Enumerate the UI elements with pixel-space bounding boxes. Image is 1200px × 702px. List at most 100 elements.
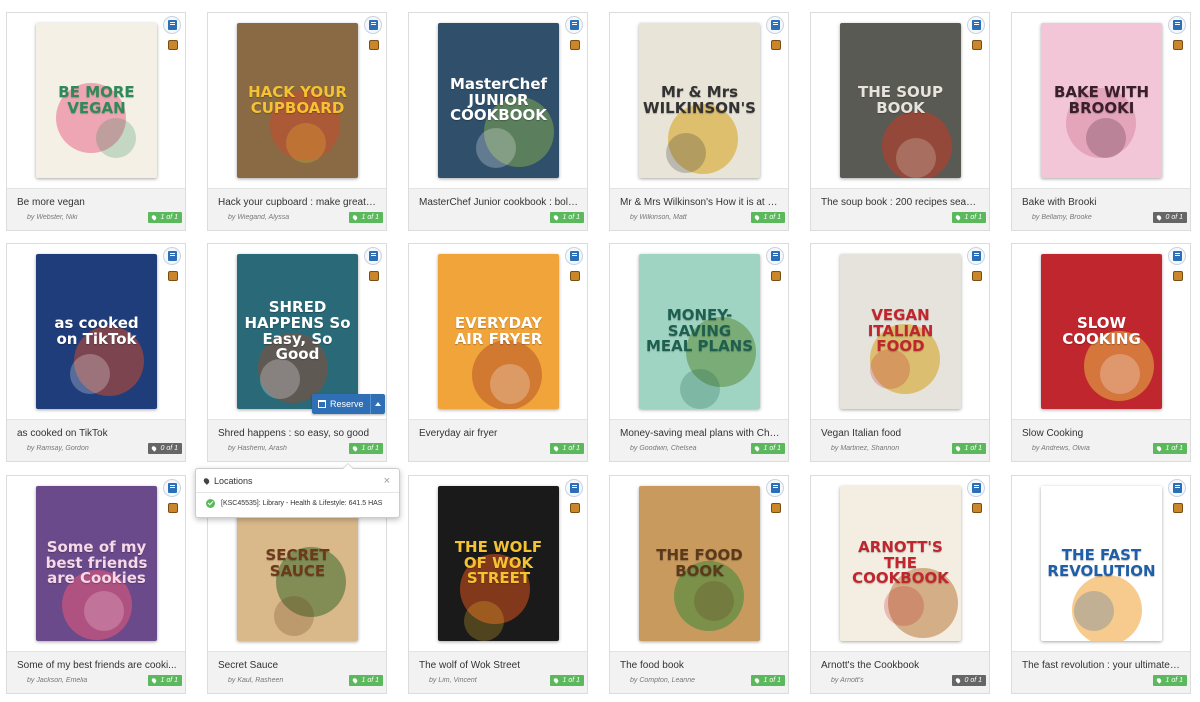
book-title-link[interactable]: The wolf of Wok Street — [419, 660, 579, 671]
book-cover[interactable]: THE FAST REVOLUTION — [1041, 486, 1162, 641]
availability-badge[interactable]: 1 of 1 — [550, 443, 584, 454]
book-card[interactable]: MONEY-SAVING MEAL PLANS Money-saving meal… — [609, 243, 789, 462]
book-format-icon — [1168, 479, 1186, 497]
book-card[interactable]: THE FAST REVOLUTION The fast revolution :… — [1011, 475, 1191, 694]
book-cover[interactable]: SHRED HAPPENS So Easy, So Good — [237, 254, 358, 409]
book-card[interactable]: THE WOLF OF WOK STREET The wolf of Wok St… — [408, 475, 588, 694]
availability-count: 1 of 1 — [562, 677, 580, 684]
book-title-link[interactable]: Some of my best friends are cooki... — [17, 660, 177, 671]
book-title-link[interactable]: Arnott's the Cookbook — [821, 660, 981, 671]
cover-area: MasterChef JUNIOR COOKBOOK — [409, 13, 587, 188]
book-card[interactable]: SLOW COOKING Slow Cooking by Andrews, Oliv… — [1011, 243, 1191, 462]
book-card[interactable]: VEGAN ITALIAN FOOD Vegan Italian food by M… — [810, 243, 990, 462]
book-title-link[interactable]: Bake with Brooki — [1022, 197, 1182, 208]
book-card[interactable]: THE SOUP BOOK The soup book : 200 recipes… — [810, 12, 990, 231]
book-title-link[interactable]: The food book — [620, 660, 780, 671]
book-cover[interactable]: HACK YOUR CUPBOARD — [237, 23, 358, 178]
book-title-link[interactable]: Hack your cupboard : make great f... — [218, 197, 378, 208]
availability-badge[interactable]: 1 of 1 — [148, 675, 182, 686]
card-info: Vegan Italian food by Martinez, Shannon 1 … — [811, 419, 989, 461]
book-title-link[interactable]: MasterChef Junior cookbook : bold... — [419, 197, 579, 208]
book-cover[interactable]: MasterChef JUNIOR COOKBOOK — [438, 23, 559, 178]
book-title-link[interactable]: as cooked on TikTok — [17, 428, 177, 439]
cover-title: Some of my best friends are Cookies — [45, 537, 148, 588]
card-info: Everyday air fryer 1 of 1 — [409, 419, 587, 461]
material-type-icon — [369, 40, 379, 50]
location-pin-icon — [151, 445, 158, 452]
material-type-icon — [570, 40, 580, 50]
location-pin-icon — [955, 445, 962, 452]
availability-badge[interactable]: 1 of 1 — [751, 443, 785, 454]
book-title-link[interactable]: Mr & Mrs Wilkinson's How it is at h... — [620, 197, 780, 208]
close-icon[interactable]: × — [384, 475, 390, 487]
book-cover[interactable]: THE WOLF OF WOK STREET — [438, 486, 559, 641]
availability-badge[interactable]: 1 of 1 — [952, 443, 986, 454]
book-card[interactable]: BE MORE VEGAN Be more vegan by Webster, Ni… — [6, 12, 186, 231]
availability-badge[interactable]: 1 of 1 — [952, 212, 986, 223]
availability-badge[interactable]: 0 of 1 — [1153, 212, 1187, 223]
book-title-link[interactable]: Money-saving meal plans with Che... — [620, 428, 780, 439]
book-cover[interactable]: ARNOTT'S THE COOKBOOK — [840, 486, 961, 641]
book-cover[interactable]: MONEY-SAVING MEAL PLANS — [639, 254, 760, 409]
book-card[interactable]: THE FOOD BOOK The food book by Compton, Le… — [609, 475, 789, 694]
book-title-link[interactable]: Secret Sauce — [218, 660, 378, 671]
availability-badge[interactable]: 1 of 1 — [1153, 443, 1187, 454]
cover-area: SLOW COOKING — [1012, 244, 1190, 419]
book-card[interactable]: Some of my best friends are Cookies Some … — [6, 475, 186, 694]
book-author: by Jackson, Emelia — [27, 677, 88, 684]
card-info: as cooked on TikTok by Ramsay, Gordon 0 of… — [7, 419, 185, 461]
availability-count: 1 of 1 — [763, 677, 781, 684]
book-card[interactable]: ARNOTT'S THE COOKBOOK Arnott's the Cookbo… — [810, 475, 990, 694]
book-card[interactable]: Mr & Mrs WILKINSON'S Mr & Mrs Wilkinson's… — [609, 12, 789, 231]
card-info: The soup book : 200 recipes seaso... 1 of… — [811, 188, 989, 230]
book-cover[interactable]: Some of my best friends are Cookies — [36, 486, 157, 641]
book-card[interactable]: SHRED HAPPENS So Easy, So Good Shred happ… — [207, 243, 387, 462]
book-title-link[interactable]: Shred happens : so easy, so good — [218, 428, 378, 439]
availability-badge[interactable]: 1 of 1 — [349, 675, 383, 686]
book-cover[interactable]: as cooked on TikTok — [36, 254, 157, 409]
availability-badge[interactable]: 1 of 1 — [349, 212, 383, 223]
cover-title: ARNOTT'S THE COOKBOOK — [852, 537, 949, 588]
availability-badge[interactable]: 1 of 1 — [1153, 675, 1187, 686]
availability-badge[interactable]: 0 of 1 — [148, 443, 182, 454]
book-card[interactable]: EVERYDAY AIR FRYER Everyday air fryer 1 of… — [408, 243, 588, 462]
book-cover[interactable]: Mr & Mrs WILKINSON'S — [639, 23, 760, 178]
availability-badge[interactable]: 1 of 1 — [550, 675, 584, 686]
cover-decoration — [70, 354, 110, 394]
book-author: by Kaul, Rasheen — [228, 677, 284, 684]
book-card[interactable]: as cooked on TikTok as cooked on TikTok by… — [6, 243, 186, 462]
availability-badge[interactable]: 1 of 1 — [550, 212, 584, 223]
card-info: Hack your cupboard : make great f... by W… — [208, 188, 386, 230]
availability-badge[interactable]: 1 of 1 — [148, 212, 182, 223]
book-title-link[interactable]: Slow Cooking — [1022, 428, 1182, 439]
cover-decoration — [1074, 591, 1114, 631]
book-title-link[interactable]: Everyday air fryer — [419, 428, 579, 439]
reserve-button[interactable]: Reserve — [312, 394, 370, 414]
availability-badge[interactable]: 1 of 1 — [349, 443, 383, 454]
availability-badge[interactable]: 0 of 1 — [952, 675, 986, 686]
book-title-link[interactable]: The soup book : 200 recipes seaso... — [821, 197, 981, 208]
book-title-link[interactable]: Vegan Italian food — [821, 428, 981, 439]
availability-count: 0 of 1 — [160, 445, 178, 452]
location-text: [KSC45535]: Library - Health & Lifestyle… — [221, 500, 383, 507]
availability-badge[interactable]: 1 of 1 — [751, 675, 785, 686]
catalog-grid: BE MORE VEGAN Be more vegan by Webster, Ni… — [0, 0, 1200, 702]
book-cover[interactable]: BAKE WITH BROOKI — [1041, 23, 1162, 178]
book-card[interactable]: BAKE WITH BROOKI Bake with Brooki by Bella… — [1011, 12, 1191, 231]
location-pin-icon — [754, 677, 761, 684]
book-card[interactable]: MasterChef JUNIOR COOKBOOK MasterChef Jun… — [408, 12, 588, 231]
book-cover[interactable]: VEGAN ITALIAN FOOD — [840, 254, 961, 409]
book-cover[interactable]: THE SOUP BOOK — [840, 23, 961, 178]
availability-count: 1 of 1 — [361, 445, 379, 452]
book-cover[interactable]: THE FOOD BOOK — [639, 486, 760, 641]
book-cover[interactable]: EVERYDAY AIR FRYER — [438, 254, 559, 409]
book-title-link[interactable]: Be more vegan — [17, 197, 177, 208]
popover-header: Locations — [196, 469, 399, 493]
book-card[interactable]: HACK YOUR CUPBOARD Hack your cupboard : m… — [207, 12, 387, 231]
reserve-dropdown-toggle[interactable] — [369, 394, 385, 414]
availability-count: 1 of 1 — [562, 214, 580, 221]
book-title-link[interactable]: The fast revolution : your ultimate i... — [1022, 660, 1182, 671]
book-cover[interactable]: BE MORE VEGAN — [36, 23, 157, 178]
book-cover[interactable]: SLOW COOKING — [1041, 254, 1162, 409]
availability-badge[interactable]: 1 of 1 — [751, 212, 785, 223]
